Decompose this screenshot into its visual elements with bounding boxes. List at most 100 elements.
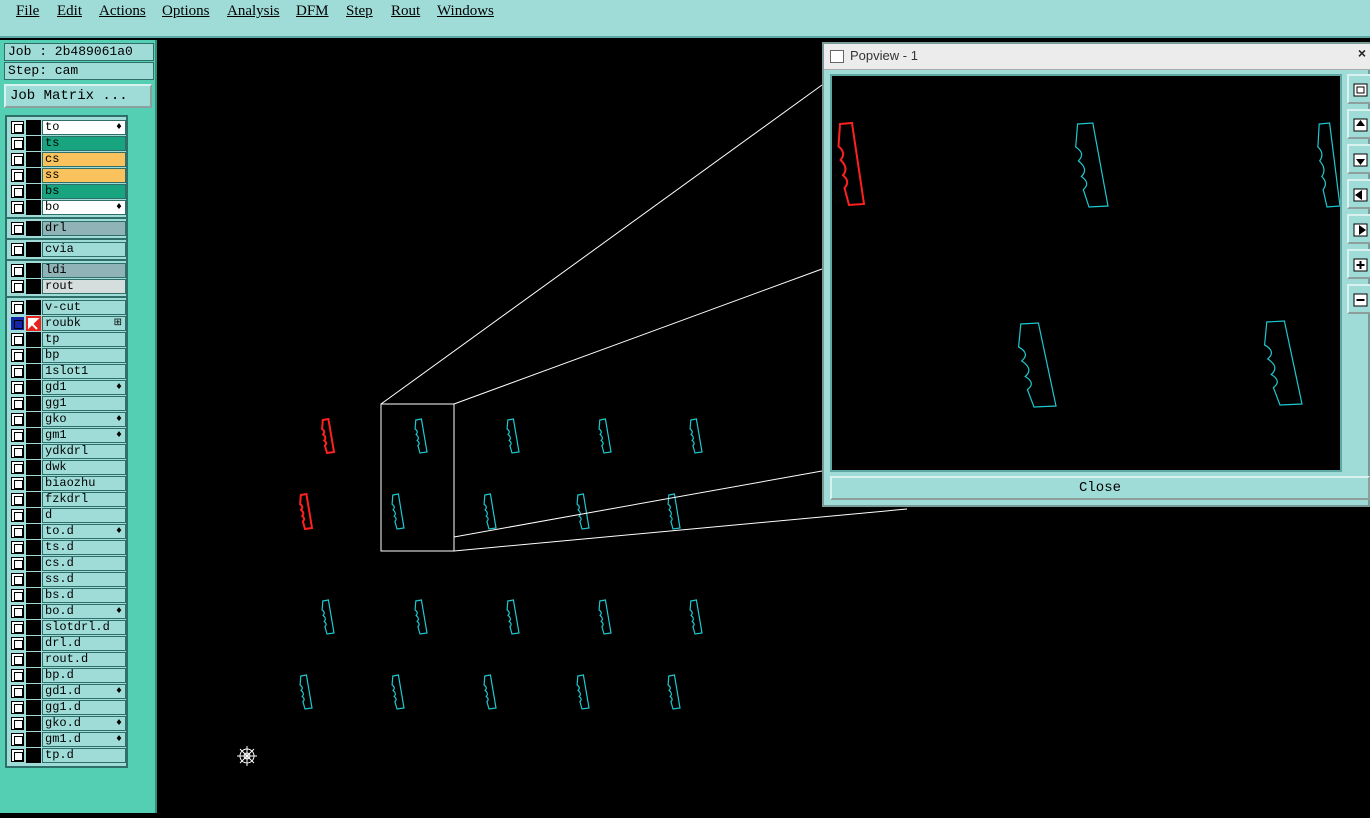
- layer-row[interactable]: biaozhu: [9, 476, 126, 491]
- layer-checkbox[interactable]: [11, 717, 24, 730]
- layer-name[interactable]: slotdrl.d: [42, 620, 126, 635]
- layer-checkbox[interactable]: [11, 701, 24, 714]
- layer-row[interactable]: to ♦: [9, 120, 126, 135]
- layer-row[interactable]: ss.d: [9, 572, 126, 587]
- layer-name[interactable]: bo ♦: [42, 200, 126, 215]
- layer-name[interactable]: to ♦: [42, 120, 126, 135]
- layer-checkbox[interactable]: [11, 605, 24, 618]
- popview-viewport[interactable]: [830, 74, 1342, 472]
- popview-titlebar[interactable]: Popview - 1 ×: [824, 44, 1370, 70]
- layer-checkbox[interactable]: [11, 243, 24, 256]
- layer-name[interactable]: gm1.d ♦: [42, 732, 126, 747]
- layer-name[interactable]: cs.d: [42, 556, 126, 571]
- layer-name[interactable]: gko.d ♦: [42, 716, 126, 731]
- layer-row[interactable]: bp: [9, 348, 126, 363]
- layer-checkbox[interactable]: [11, 429, 24, 442]
- layer-checkbox[interactable]: [11, 669, 24, 682]
- layer-name[interactable]: gg1.d: [42, 700, 126, 715]
- pan-up-button[interactable]: [1347, 109, 1370, 139]
- layer-name[interactable]: bp: [42, 348, 126, 363]
- layer-row[interactable]: gg1: [9, 396, 126, 411]
- layer-row[interactable]: gd1 ♦: [9, 380, 126, 395]
- layer-checkbox[interactable]: [11, 153, 24, 166]
- layer-row[interactable]: bo ♦: [9, 200, 126, 215]
- layer-row[interactable]: gko ♦: [9, 412, 126, 427]
- layer-checkbox[interactable]: [11, 365, 24, 378]
- layer-row[interactable]: cvia: [9, 242, 126, 257]
- layer-row[interactable]: ts: [9, 136, 126, 151]
- layer-name[interactable]: v-cut: [42, 300, 126, 315]
- layer-name[interactable]: cvia: [42, 242, 126, 257]
- layer-name[interactable]: biaozhu: [42, 476, 126, 491]
- menu-windows[interactable]: Windows: [437, 3, 494, 20]
- layer-checkbox[interactable]: [11, 121, 24, 134]
- layer-name[interactable]: gd1.d ♦: [42, 684, 126, 699]
- layer-name[interactable]: drl.d: [42, 636, 126, 651]
- menu-dfm[interactable]: DFM: [296, 3, 329, 20]
- layer-checkbox[interactable]: [11, 461, 24, 474]
- zoom-out-button[interactable]: [1347, 284, 1370, 314]
- layer-checkbox[interactable]: [11, 557, 24, 570]
- layer-checkbox[interactable]: [11, 493, 24, 506]
- menu-step[interactable]: Step: [346, 3, 373, 20]
- close-button[interactable]: Close: [830, 476, 1370, 500]
- layer-name[interactable]: ts.d: [42, 540, 126, 555]
- layer-name[interactable]: dwk: [42, 460, 126, 475]
- layer-name[interactable]: ldi: [42, 263, 126, 278]
- pan-down-button[interactable]: [1347, 144, 1370, 174]
- layer-checkbox[interactable]: [11, 413, 24, 426]
- layer-checkbox[interactable]: [11, 477, 24, 490]
- layer-name[interactable]: gd1 ♦: [42, 380, 126, 395]
- zoom-home-button[interactable]: [1347, 74, 1370, 104]
- layer-name[interactable]: ydkdrl: [42, 444, 126, 459]
- layer-name[interactable]: gm1 ♦: [42, 428, 126, 443]
- layer-checkbox[interactable]: [11, 637, 24, 650]
- layer-row[interactable]: gm1 ♦: [9, 428, 126, 443]
- layer-row[interactable]: d: [9, 508, 126, 523]
- layer-checkbox[interactable]: [11, 509, 24, 522]
- layer-name[interactable]: to.d ♦: [42, 524, 126, 539]
- layer-name[interactable]: 1slot1: [42, 364, 126, 379]
- layer-row[interactable]: gko.d ♦: [9, 716, 126, 731]
- layer-row[interactable]: roubk ⊞: [9, 316, 126, 331]
- layer-checkbox[interactable]: [11, 445, 24, 458]
- layer-row[interactable]: ydkdrl: [9, 444, 126, 459]
- layer-checkbox[interactable]: [11, 222, 24, 235]
- layer-checkbox[interactable]: [11, 301, 24, 314]
- menu-actions[interactable]: Actions: [99, 3, 146, 20]
- layer-row[interactable]: gm1.d ♦: [9, 732, 126, 747]
- layer-checkbox[interactable]: [11, 653, 24, 666]
- menu-analysis[interactable]: Analysis: [227, 3, 280, 20]
- layer-checkbox[interactable]: [11, 317, 24, 330]
- layer-row[interactable]: bo.d ♦: [9, 604, 126, 619]
- pan-right-button[interactable]: [1347, 214, 1370, 244]
- layer-row[interactable]: 1slot1: [9, 364, 126, 379]
- layer-row[interactable]: tp.d: [9, 748, 126, 763]
- job-matrix-button[interactable]: Job Matrix ...: [4, 84, 152, 108]
- layer-checkbox[interactable]: [11, 169, 24, 182]
- layer-checkbox[interactable]: [11, 573, 24, 586]
- menu-rout[interactable]: Rout: [391, 3, 420, 20]
- layer-row[interactable]: cs: [9, 152, 126, 167]
- layer-row[interactable]: tp: [9, 332, 126, 347]
- layer-name[interactable]: tp.d: [42, 748, 126, 763]
- layer-checkbox[interactable]: [11, 621, 24, 634]
- layer-row[interactable]: cs.d: [9, 556, 126, 571]
- close-icon[interactable]: ×: [1358, 45, 1366, 61]
- layer-name[interactable]: gko ♦: [42, 412, 126, 427]
- layer-checkbox[interactable]: [11, 280, 24, 293]
- layer-row[interactable]: v-cut: [9, 300, 126, 315]
- layer-row[interactable]: ldi: [9, 263, 126, 278]
- layer-name[interactable]: tp: [42, 332, 126, 347]
- layer-checkbox[interactable]: [11, 749, 24, 762]
- layer-row[interactable]: drl: [9, 221, 126, 236]
- zoom-in-button[interactable]: [1347, 249, 1370, 279]
- menu-edit[interactable]: Edit: [57, 3, 82, 20]
- layer-name[interactable]: cs: [42, 152, 126, 167]
- pan-left-button[interactable]: [1347, 179, 1370, 209]
- layer-row[interactable]: ss: [9, 168, 126, 183]
- layer-checkbox[interactable]: [11, 397, 24, 410]
- layer-row[interactable]: bp.d: [9, 668, 126, 683]
- layer-name[interactable]: bs: [42, 184, 126, 199]
- layer-checkbox[interactable]: [11, 349, 24, 362]
